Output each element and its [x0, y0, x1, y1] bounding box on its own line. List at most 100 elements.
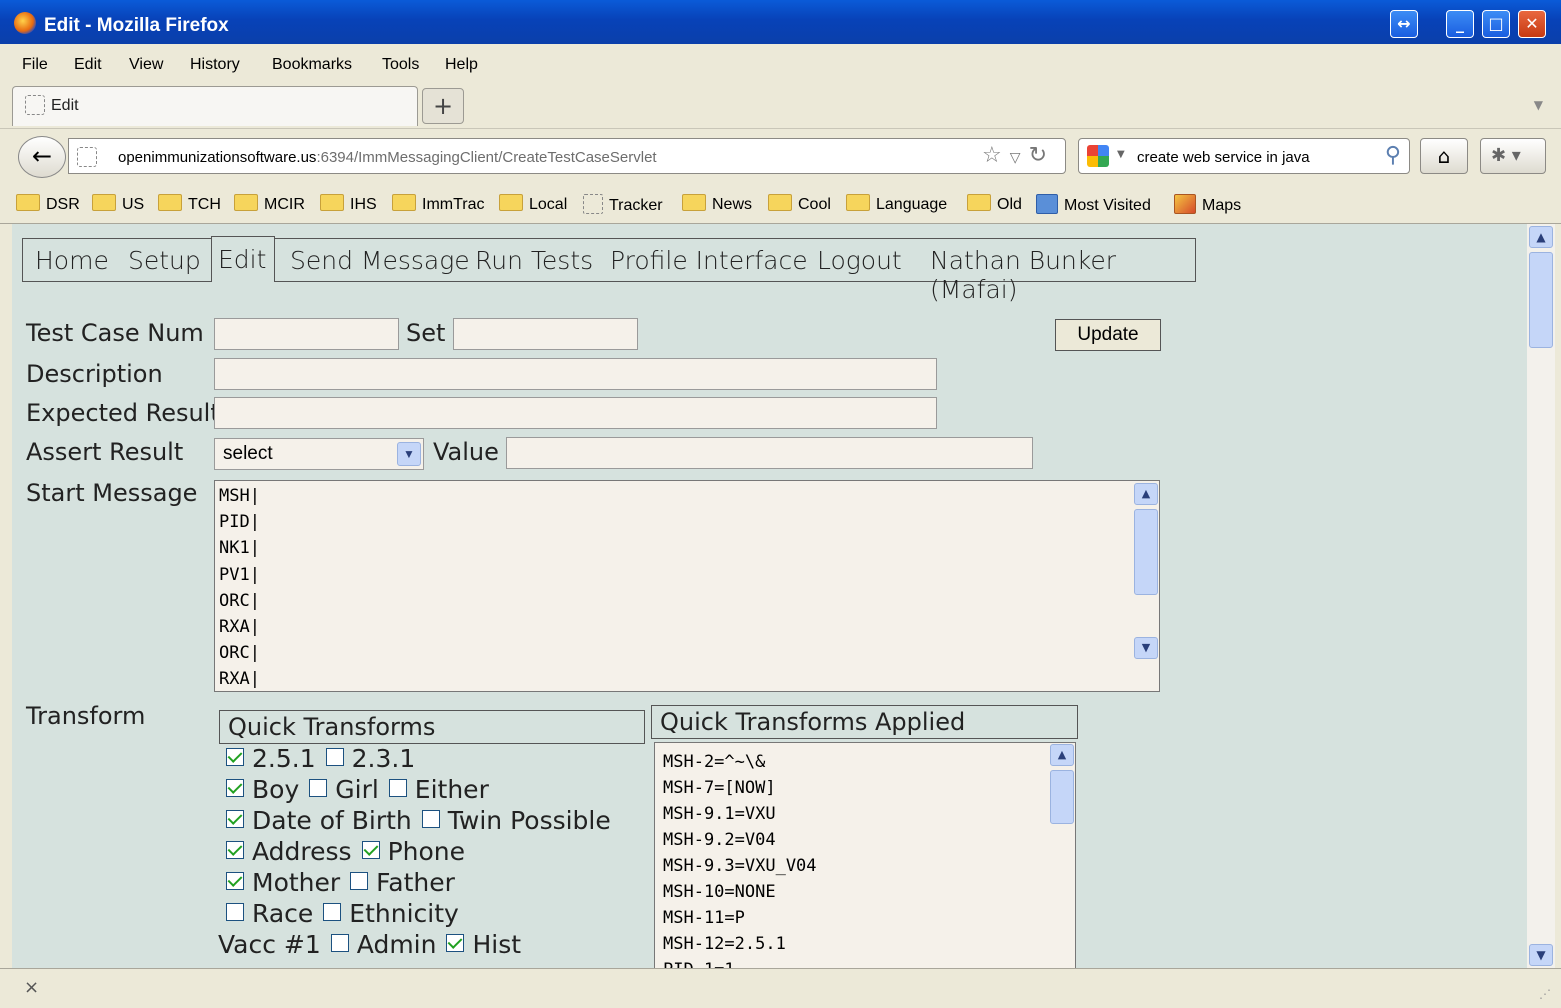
- checkbox[interactable]: [325, 748, 344, 766]
- scroll-up-icon[interactable]: ▲: [1134, 483, 1158, 505]
- bookmark-ihs[interactable]: IHS: [320, 194, 377, 214]
- transform-option[interactable]: 2.5.1: [226, 744, 316, 773]
- search-input[interactable]: create web service in java: [1137, 149, 1310, 166]
- menu-view[interactable]: View: [129, 56, 163, 74]
- back-button[interactable]: ←: [18, 136, 66, 178]
- close-status-icon[interactable]: ×: [24, 977, 39, 998]
- url-text[interactable]: openimmunizationsoftware.us:6394/ImmMess…: [118, 149, 657, 166]
- scroll-down-icon[interactable]: ▼: [1529, 944, 1553, 966]
- url-bar[interactable]: openimmunizationsoftware.us:6394/ImmMess…: [68, 138, 1066, 174]
- bookmark-local[interactable]: Local: [499, 194, 567, 214]
- nav-run-tests[interactable]: Run Tests: [475, 246, 593, 275]
- transform-option[interactable]: Address: [226, 837, 352, 866]
- checkbox[interactable]: [361, 841, 380, 859]
- bookmark-immtrac[interactable]: ImmTrac: [392, 194, 485, 214]
- checkbox[interactable]: [226, 810, 244, 828]
- checkbox[interactable]: [323, 903, 342, 921]
- nav-edit[interactable]: Edit: [211, 236, 275, 282]
- transform-option[interactable]: Race: [226, 899, 313, 928]
- scroll-thumb[interactable]: [1529, 252, 1553, 348]
- test-case-num-input[interactable]: [214, 318, 399, 350]
- site-identity-icon[interactable]: [77, 147, 97, 167]
- nav-logout[interactable]: Logout: [817, 246, 902, 275]
- new-tab-button[interactable]: +: [422, 88, 464, 124]
- transform-option[interactable]: Date of Birth: [226, 806, 412, 835]
- transform-option[interactable]: Girl: [309, 775, 379, 804]
- checkbox[interactable]: [388, 779, 407, 797]
- chevron-down-icon[interactable]: ▼: [397, 442, 421, 466]
- checkbox[interactable]: [350, 872, 369, 890]
- tab-list-chevron-icon[interactable]: ▼: [1534, 98, 1543, 112]
- value-input[interactable]: [506, 437, 1033, 469]
- expected-result-input[interactable]: [214, 397, 937, 429]
- scroll-thumb[interactable]: [1134, 509, 1158, 595]
- menu-history[interactable]: History: [190, 56, 240, 74]
- quick-transforms-applied-list[interactable]: MSH-2=^~\& MSH-7=[NOW] MSH-9.1=VXU MSH-9.2=…: [654, 742, 1076, 968]
- applied-list-scrollbar[interactable]: ▲: [1050, 744, 1074, 964]
- menu-help[interactable]: Help: [445, 56, 478, 74]
- minimize-button[interactable]: _: [1446, 10, 1474, 38]
- checkbox[interactable]: [226, 779, 244, 797]
- menu-tools[interactable]: Tools: [382, 56, 419, 74]
- menu-bookmarks[interactable]: Bookmarks: [272, 56, 352, 74]
- scroll-up-icon[interactable]: ▲: [1529, 226, 1553, 248]
- checkbox[interactable]: [330, 934, 349, 952]
- bookmark-maps[interactable]: Maps: [1174, 194, 1241, 215]
- bookmark-tch[interactable]: TCH: [158, 194, 221, 214]
- bookmark-dsr[interactable]: DSR: [16, 194, 80, 214]
- maximize-button[interactable]: □: [1482, 10, 1510, 38]
- checkbox[interactable]: [226, 748, 244, 766]
- bookmark-star-icon[interactable]: ☆: [982, 143, 1010, 168]
- bookmark-tracker[interactable]: Tracker: [583, 194, 663, 215]
- nav-home[interactable]: Home: [35, 246, 109, 275]
- scroll-thumb[interactable]: [1050, 770, 1074, 824]
- scroll-down-icon[interactable]: ▼: [1134, 637, 1158, 659]
- transform-option[interactable]: Either: [388, 775, 489, 804]
- close-button[interactable]: ✕: [1518, 10, 1546, 38]
- resize-grip-icon[interactable]: ⋰: [1539, 987, 1551, 1001]
- checkbox[interactable]: [226, 841, 244, 859]
- home-button[interactable]: ⌂: [1420, 138, 1468, 174]
- textarea-scrollbar[interactable]: ▲ ▼: [1134, 481, 1158, 691]
- checkbox[interactable]: [226, 903, 244, 921]
- history-dropdown-icon[interactable]: ▽: [1010, 150, 1029, 166]
- nav-setup[interactable]: Setup: [128, 246, 201, 275]
- set-input[interactable]: [453, 318, 638, 350]
- tab-edit[interactable]: Edit: [12, 86, 418, 126]
- transform-option[interactable]: Admin: [330, 930, 436, 959]
- scroll-up-icon[interactable]: ▲: [1050, 744, 1074, 766]
- reload-icon[interactable]: ↻: [1029, 143, 1055, 168]
- transform-option[interactable]: Twin Possible: [421, 806, 611, 835]
- nav-send-message[interactable]: Send Message: [290, 246, 470, 275]
- bookmark-cool[interactable]: Cool: [768, 194, 831, 214]
- transform-option[interactable]: Hist: [446, 930, 521, 959]
- transform-option[interactable]: 2.3.1: [325, 744, 415, 773]
- google-icon[interactable]: [1087, 145, 1109, 167]
- update-button[interactable]: Update: [1055, 319, 1161, 351]
- page-scrollbar[interactable]: ▲ ▼: [1527, 224, 1555, 968]
- menu-edit[interactable]: Edit: [74, 56, 102, 74]
- assert-result-select[interactable]: select ▼: [214, 438, 424, 470]
- transform-option[interactable]: Boy: [226, 775, 299, 804]
- menu-file[interactable]: File: [22, 56, 48, 74]
- bookmark-news[interactable]: News: [682, 194, 752, 214]
- checkbox[interactable]: [226, 872, 244, 890]
- restore-size-icon[interactable]: ↔: [1390, 10, 1418, 38]
- transform-option[interactable]: Ethnicity: [323, 899, 459, 928]
- search-icon[interactable]: ⚲: [1385, 143, 1401, 168]
- addon-button[interactable]: ✱ ▾: [1480, 138, 1546, 174]
- transform-option[interactable]: Phone: [361, 837, 465, 866]
- bookmark-us[interactable]: US: [92, 194, 144, 214]
- bookmark-most-visited[interactable]: Most Visited: [1036, 194, 1151, 215]
- search-engine-dropdown-icon[interactable]: ▼: [1117, 149, 1125, 160]
- bookmark-old[interactable]: Old: [967, 194, 1022, 214]
- start-message-textarea[interactable]: MSH| PID| NK1| PV1| ORC| RXA| ORC| RXA|: [214, 480, 1160, 692]
- transform-option[interactable]: Father: [350, 868, 455, 897]
- search-bar[interactable]: ▼ create web service in java ⚲: [1078, 138, 1410, 174]
- transform-option[interactable]: Mother: [226, 868, 340, 897]
- bookmark-language[interactable]: Language: [846, 194, 947, 214]
- description-input[interactable]: [214, 358, 937, 390]
- checkbox[interactable]: [421, 810, 440, 828]
- bookmark-mcir[interactable]: MCIR: [234, 194, 305, 214]
- nav-profile-interface[interactable]: Profile Interface: [610, 246, 808, 275]
